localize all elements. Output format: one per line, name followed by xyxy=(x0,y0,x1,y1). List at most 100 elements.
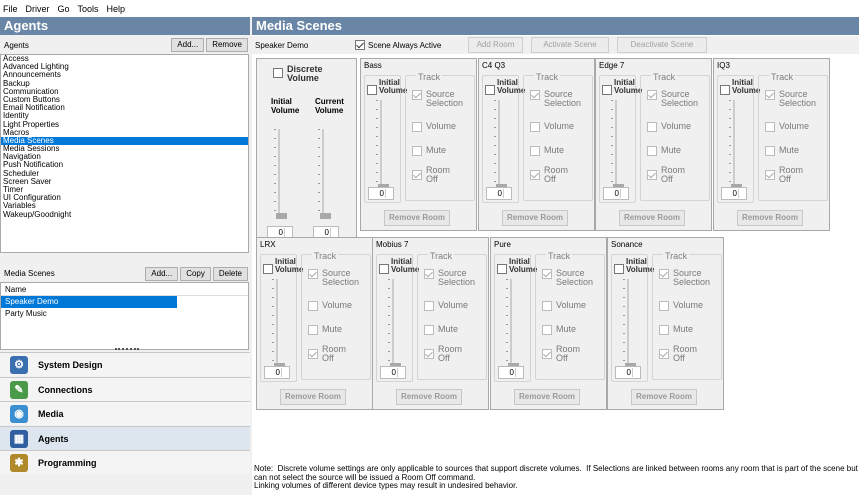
track-volume-option[interactable]: Volume xyxy=(542,301,586,311)
initial-volume-toggle[interactable]: Initial Volume xyxy=(614,258,654,274)
menu-item[interactable]: Tools xyxy=(78,4,99,14)
track-room-off-option[interactable]: Room Off xyxy=(424,345,468,363)
initial-volume-checkbox[interactable] xyxy=(485,85,495,95)
source-selection-checkbox[interactable] xyxy=(424,269,434,279)
discrete-volume-checkbox[interactable] xyxy=(273,68,283,78)
deactivate-scene-button[interactable]: Deactivate Scene xyxy=(617,37,707,53)
initial-volume-checkbox[interactable] xyxy=(720,85,730,95)
initial-volume-toggle[interactable]: Initial Volume xyxy=(602,79,642,95)
volume-checkbox[interactable] xyxy=(530,122,540,132)
room-off-checkbox[interactable] xyxy=(412,170,422,180)
mute-checkbox[interactable] xyxy=(424,325,434,335)
activate-scene-button[interactable]: Activate Scene xyxy=(531,37,609,53)
room-off-checkbox[interactable] xyxy=(424,349,434,359)
track-room-off-option[interactable]: Room Off xyxy=(308,345,352,363)
initial-volume-checkbox[interactable] xyxy=(614,264,624,274)
menu-item[interactable]: File xyxy=(3,4,18,14)
room-volume-slider[interactable] xyxy=(375,100,389,190)
track-room-off-option[interactable]: Room Off xyxy=(412,166,456,184)
source-selection-checkbox[interactable] xyxy=(308,269,318,279)
initial-volume-checkbox[interactable] xyxy=(263,264,273,274)
agent-list-item[interactable]: Announcements xyxy=(1,71,248,79)
nav-programming[interactable]: ✱ Programming xyxy=(0,450,250,474)
agents-list[interactable]: Access Advanced Lighting Announcements Back… xyxy=(0,54,249,253)
remove-room-button[interactable]: Remove Room xyxy=(280,389,346,405)
track-source-option[interactable]: Source Selection xyxy=(647,90,707,108)
name-column-header[interactable]: Name xyxy=(1,283,248,296)
current-volume-slider[interactable] xyxy=(317,129,331,219)
scene-list-item[interactable]: Speaker Demo xyxy=(1,296,177,308)
source-selection-checkbox[interactable] xyxy=(647,90,657,100)
initial-volume-toggle[interactable]: Initial Volume xyxy=(497,258,537,274)
remove-agent-button[interactable]: Remove xyxy=(206,38,248,52)
room-volume-slider[interactable] xyxy=(622,279,636,369)
delete-scene-button[interactable]: Delete xyxy=(212,266,248,281)
remove-room-button[interactable]: Remove Room xyxy=(631,389,697,405)
mute-checkbox[interactable] xyxy=(308,325,318,335)
remove-room-button[interactable]: Remove Room xyxy=(384,210,450,226)
track-source-option[interactable]: Source Selection xyxy=(542,269,602,287)
track-room-off-option[interactable]: Room Off xyxy=(659,345,703,363)
room-off-checkbox[interactable] xyxy=(542,349,552,359)
menu-item[interactable]: Driver xyxy=(26,4,50,14)
agent-list-item[interactable]: Email Notification xyxy=(1,103,248,112)
volume-checkbox[interactable] xyxy=(659,301,669,311)
room-volume-spinner[interactable]: 0 xyxy=(486,187,512,200)
add-agent-button[interactable]: Add... xyxy=(171,38,205,52)
remove-room-button[interactable]: Remove Room xyxy=(396,389,462,405)
agent-list-item[interactable]: UI Configuration xyxy=(1,193,248,202)
volume-checkbox[interactable] xyxy=(424,301,434,311)
track-mute-option[interactable]: Mute xyxy=(530,146,564,156)
room-volume-slider[interactable] xyxy=(505,279,519,369)
mute-checkbox[interactable] xyxy=(765,146,775,156)
track-room-off-option[interactable]: Room Off xyxy=(542,345,586,363)
track-volume-option[interactable]: Volume xyxy=(424,301,468,311)
track-mute-option[interactable]: Mute xyxy=(308,325,342,335)
track-mute-option[interactable]: Mute xyxy=(424,325,458,335)
room-volume-spinner[interactable]: 0 xyxy=(380,366,406,379)
track-room-off-option[interactable]: Room Off xyxy=(765,166,809,184)
track-mute-option[interactable]: Mute xyxy=(765,146,799,156)
room-volume-slider[interactable] xyxy=(271,279,285,369)
room-volume-spinner[interactable]: 0 xyxy=(615,366,641,379)
copy-scene-button[interactable]: Copy xyxy=(180,266,211,281)
initial-volume-slider[interactable] xyxy=(273,129,287,219)
room-volume-slider[interactable] xyxy=(728,100,742,190)
track-room-off-option[interactable]: Room Off xyxy=(647,166,691,184)
initial-volume-toggle[interactable]: Initial Volume xyxy=(720,79,760,95)
initial-volume-toggle[interactable]: Initial Volume xyxy=(263,258,303,274)
room-off-checkbox[interactable] xyxy=(647,170,657,180)
remove-room-button[interactable]: Remove Room xyxy=(514,389,580,405)
initial-volume-toggle[interactable]: Initial Volume xyxy=(379,258,419,274)
room-volume-spinner[interactable]: 0 xyxy=(721,187,747,200)
volume-checkbox[interactable] xyxy=(542,301,552,311)
source-selection-checkbox[interactable] xyxy=(412,90,422,100)
initial-volume-checkbox[interactable] xyxy=(602,85,612,95)
nav-media[interactable]: ◉ Media xyxy=(0,401,250,425)
room-off-checkbox[interactable] xyxy=(659,349,669,359)
volume-checkbox[interactable] xyxy=(647,122,657,132)
source-selection-checkbox[interactable] xyxy=(765,90,775,100)
track-volume-option[interactable]: Volume xyxy=(530,122,574,132)
source-selection-checkbox[interactable] xyxy=(530,90,540,100)
add-scene-button[interactable]: Add... xyxy=(145,266,179,281)
track-mute-option[interactable]: Mute xyxy=(659,325,693,335)
agent-list-item[interactable]: Light Properties xyxy=(1,120,248,129)
remove-room-button[interactable]: Remove Room xyxy=(737,210,803,226)
room-volume-spinner[interactable]: 0 xyxy=(368,187,394,200)
splitter-grip[interactable] xyxy=(115,348,139,351)
room-off-checkbox[interactable] xyxy=(530,170,540,180)
nav-connections[interactable]: ✎ Connections xyxy=(0,377,250,401)
remove-room-button[interactable]: Remove Room xyxy=(502,210,568,226)
volume-checkbox[interactable] xyxy=(412,122,422,132)
mute-checkbox[interactable] xyxy=(542,325,552,335)
room-off-checkbox[interactable] xyxy=(765,170,775,180)
track-source-option[interactable]: Source Selection xyxy=(765,90,825,108)
room-volume-spinner[interactable]: 0 xyxy=(498,366,524,379)
initial-volume-toggle[interactable]: Initial Volume xyxy=(485,79,525,95)
track-mute-option[interactable]: Mute xyxy=(647,146,681,156)
room-volume-slider[interactable] xyxy=(610,100,624,190)
mute-checkbox[interactable] xyxy=(659,325,669,335)
mute-checkbox[interactable] xyxy=(647,146,657,156)
room-volume-spinner[interactable]: 0 xyxy=(603,187,629,200)
